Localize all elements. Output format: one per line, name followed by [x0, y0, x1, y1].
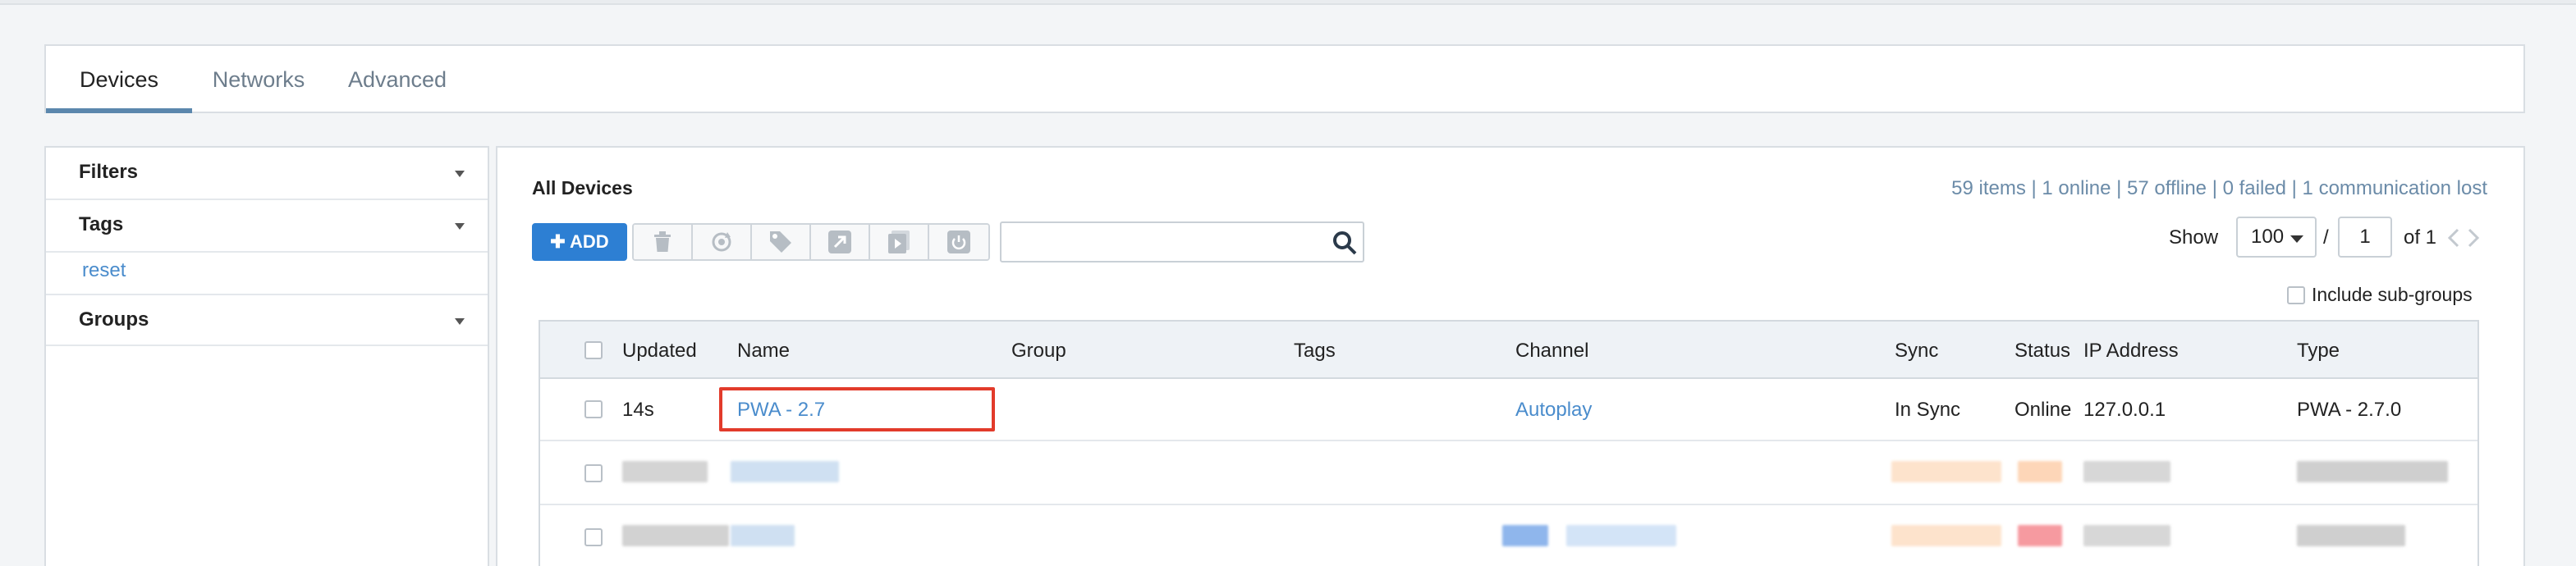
caret-down-icon	[455, 318, 465, 325]
page-number-input[interactable]: 1	[2338, 217, 2392, 258]
cell-ip-address: 127.0.0.1	[2083, 399, 2166, 421]
devices-table: Updated Name Group Tags Channel Sync Sta…	[539, 320, 2479, 566]
row-checkbox[interactable]	[584, 464, 603, 482]
caret-down-icon	[455, 223, 465, 230]
device-toolbar	[632, 223, 990, 261]
sync-icon	[712, 232, 731, 252]
col-group[interactable]: Group	[1011, 340, 1066, 363]
redacted-ip	[2083, 461, 2170, 482]
table-row-redacted[interactable]	[540, 443, 2477, 505]
page-total: of 1	[2404, 226, 2437, 249]
redacted-ip	[2083, 525, 2170, 546]
redacted-channel	[1502, 525, 1548, 546]
redacted-type	[2297, 461, 2448, 482]
tag-icon	[770, 231, 791, 253]
filters-label: Filters	[79, 161, 139, 183]
redacted-channel	[1566, 525, 1676, 546]
per-page-value: 100	[2251, 226, 2285, 248]
device-summary: 59 items | 1 online | 57 offline | 0 fai…	[1951, 177, 2487, 199]
tag-button[interactable]	[752, 225, 811, 259]
add-button-label: ADD	[570, 231, 609, 252]
table-row[interactable]: 14s PWA - 2.7 Autoplay In Sync Online 12…	[540, 379, 2477, 441]
select-all-checkbox[interactable]	[584, 341, 603, 359]
row-checkbox[interactable]	[584, 528, 603, 546]
tags-label: Tags	[79, 213, 124, 235]
redacted-updated	[622, 461, 708, 482]
groups-section-toggle[interactable]: Groups	[46, 294, 488, 346]
chevron-right-icon[interactable]	[2466, 228, 2481, 248]
add-button[interactable]: ✚ ADD	[532, 223, 627, 261]
page-separator: /	[2323, 226, 2329, 249]
groups-label: Groups	[79, 308, 149, 331]
trash-icon	[654, 231, 671, 252]
cell-status: Online	[2015, 399, 2072, 421]
checkbox[interactable]	[2287, 285, 2305, 304]
redacted-name	[731, 461, 839, 482]
cell-sync: In Sync	[1895, 399, 1961, 421]
search-icon[interactable]	[1332, 230, 1358, 256]
col-tags[interactable]: Tags	[1294, 340, 1336, 363]
delete-button[interactable]	[634, 225, 693, 259]
cell-type: PWA - 2.7.0	[2297, 399, 2402, 421]
power-icon	[947, 231, 970, 253]
tab-networks[interactable]: Networks	[192, 46, 325, 113]
col-ip-address[interactable]: IP Address	[2083, 340, 2179, 363]
redacted-name	[731, 525, 795, 546]
include-subgroups-checkbox[interactable]: Include sub-groups	[2287, 284, 2473, 306]
chevron-left-icon[interactable]	[2446, 228, 2461, 248]
redacted-updated	[622, 525, 729, 546]
top-strip	[0, 0, 2576, 5]
tabs-bar: Devices Networks Advanced	[44, 44, 2525, 113]
device-name-link[interactable]: PWA - 2.7	[737, 399, 825, 422]
row-checkbox[interactable]	[584, 400, 603, 418]
per-page-select[interactable]: 100	[2236, 217, 2317, 258]
channel-link[interactable]: Autoplay	[1515, 399, 1592, 422]
sync-button[interactable]	[693, 225, 752, 259]
devices-panel: All Devices 59 items | 1 online | 57 off…	[496, 146, 2525, 566]
redacted-sync	[1891, 461, 2001, 482]
redacted-status	[2018, 525, 2062, 546]
col-channel[interactable]: Channel	[1515, 340, 1588, 363]
col-name[interactable]: Name	[737, 340, 790, 363]
tab-advanced[interactable]: Advanced	[325, 46, 470, 113]
col-type[interactable]: Type	[2297, 340, 2340, 363]
show-label: Show	[2169, 226, 2219, 249]
tags-section-toggle[interactable]: Tags	[46, 200, 488, 253]
caret-down-icon	[2290, 235, 2303, 243]
page-title: All Devices	[532, 177, 633, 199]
play-button[interactable]	[870, 225, 929, 259]
include-subgroups-label: Include sub-groups	[2312, 284, 2473, 305]
redacted-status	[2018, 461, 2062, 482]
filters-section-toggle[interactable]: Filters	[46, 148, 488, 200]
power-button[interactable]	[929, 225, 988, 259]
redacted-type	[2297, 525, 2405, 546]
col-updated[interactable]: Updated	[622, 340, 697, 363]
redacted-sync	[1891, 525, 2001, 546]
open-button[interactable]	[811, 225, 870, 259]
filters-sidebar: Filters Tags reset Groups	[44, 146, 489, 566]
caret-down-icon	[455, 171, 465, 177]
search-input[interactable]	[1000, 221, 1364, 262]
col-sync[interactable]: Sync	[1895, 340, 1938, 363]
table-row-redacted[interactable]	[540, 507, 2477, 566]
external-link-icon	[828, 231, 851, 253]
cell-updated: 14s	[622, 399, 654, 421]
play-icon	[888, 231, 910, 253]
col-status[interactable]: Status	[2015, 340, 2070, 363]
plus-icon: ✚	[550, 231, 571, 252]
tab-devices[interactable]: Devices	[46, 46, 192, 113]
reset-link[interactable]: reset	[82, 259, 126, 282]
table-header: Updated Name Group Tags Channel Sync Sta…	[540, 322, 2477, 379]
